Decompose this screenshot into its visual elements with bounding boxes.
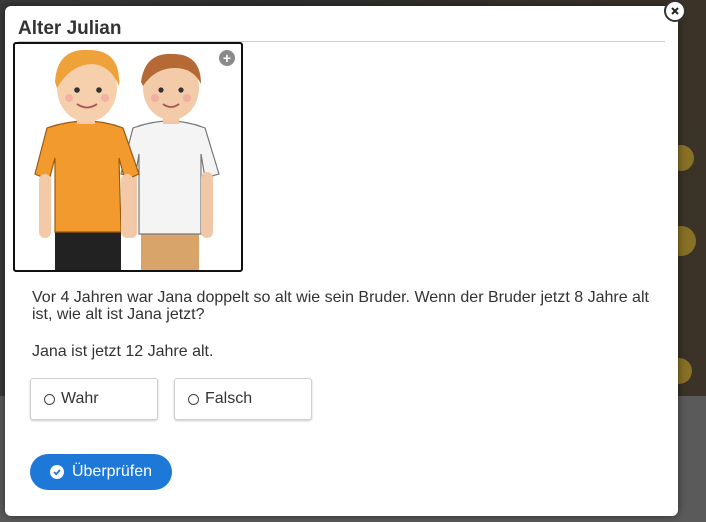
- brown-pants: [141, 230, 199, 270]
- cheek: [151, 94, 159, 102]
- close-icon[interactable]: [664, 0, 686, 22]
- option-label: Falsch: [205, 390, 253, 407]
- cheek: [183, 94, 191, 102]
- option-false-button[interactable]: Falsch: [174, 378, 312, 420]
- question-text: Vor 4 Jahren war Jana doppelt so alt wie…: [32, 289, 649, 323]
- statement-text: Jana ist jetzt 12 Jahre alt.: [32, 343, 214, 360]
- arm: [121, 174, 133, 238]
- two-boys-illustration: [34, 49, 220, 270]
- eye: [178, 87, 184, 93]
- question-image[interactable]: +: [13, 42, 243, 272]
- cheek: [101, 94, 109, 102]
- arm: [201, 172, 213, 238]
- check-button-label: Überprüfen: [71, 463, 153, 480]
- eye: [74, 87, 80, 93]
- question-dialog: Alter Julian + Vor 4 Jahren war Jana dop…: [5, 6, 678, 516]
- check-button[interactable]: Überprüfen: [30, 454, 172, 490]
- cheek: [65, 94, 73, 102]
- check-circle-icon: [49, 465, 64, 479]
- option-true-button[interactable]: Wahr: [30, 378, 158, 420]
- eye: [158, 87, 164, 93]
- eye: [96, 87, 102, 93]
- radio-circle-icon: [188, 393, 199, 405]
- plus-icon[interactable]: +: [219, 50, 235, 66]
- option-label: Wahr: [61, 390, 99, 407]
- radio-circle-icon: [44, 393, 55, 405]
- dark-pants: [55, 228, 121, 270]
- dialog-title: Alter Julian: [18, 18, 122, 39]
- arm: [39, 174, 51, 238]
